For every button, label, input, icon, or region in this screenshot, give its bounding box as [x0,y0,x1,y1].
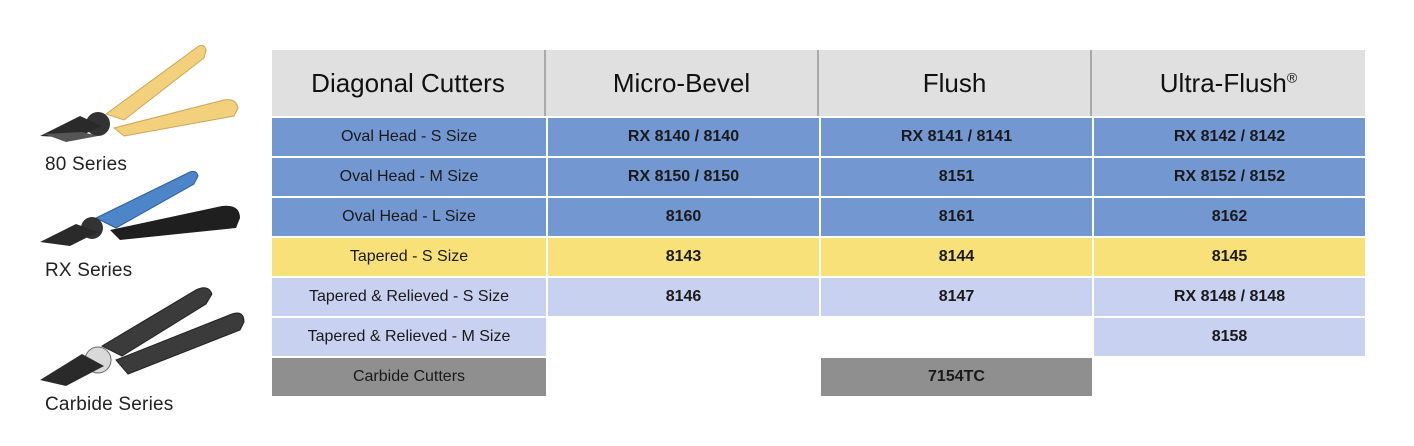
cell-micro-bevel: 8160 [546,196,819,236]
cell-micro-bevel [546,316,819,356]
table-row: Tapered - S Size 8143 8144 8145 [272,236,1365,276]
cell-micro-bevel: RX 8150 / 8150 [546,156,819,196]
cell-flush: RX 8141 / 8141 [819,116,1092,156]
cell-ultra-flush: RX 8142 / 8142 [1092,116,1365,156]
row-label: Oval Head - L Size [272,196,546,236]
table-row: Oval Head - S Size RX 8140 / 8140 RX 814… [272,116,1365,156]
table-row: Tapered & Relieved - S Size 8146 8147 RX… [272,276,1365,316]
cell-ultra-flush: RX 8152 / 8152 [1092,156,1365,196]
row-label: Oval Head - S Size [272,116,546,156]
tool-label-rx-series: RX Series [45,260,133,281]
cell-ultra-flush [1092,356,1365,396]
cell-flush: 8144 [819,236,1092,276]
row-label: Tapered & Relieved - M Size [272,316,546,356]
cell-flush: 8147 [819,276,1092,316]
cell-micro-bevel: RX 8140 / 8140 [546,116,819,156]
cell-flush: 7154TC [819,356,1092,396]
header-flush: Flush [819,50,1092,116]
table-header-row: Diagonal Cutters Micro-Bevel Flush Ultra… [272,50,1365,116]
row-label: Tapered & Relieved - S Size [272,276,546,316]
table-row: Carbide Cutters 7154TC [272,356,1365,396]
cell-micro-bevel: 8146 [546,276,819,316]
cell-flush: 8161 [819,196,1092,236]
header-micro-bevel: Micro-Bevel [546,50,819,116]
cell-ultra-flush: 8162 [1092,196,1365,236]
registered-mark: ® [1286,68,1298,85]
header-ultra-flush-label: Ultra-Flush [1159,67,1287,98]
cell-micro-bevel: 8143 [546,236,819,276]
pliers-rx-series-icon [40,170,240,246]
row-label: Carbide Cutters [272,356,546,396]
cell-ultra-flush: RX 8148 / 8148 [1092,276,1365,316]
table-row: Tapered & Relieved - M Size 8158 [272,316,1365,356]
cell-flush [819,316,1092,356]
cell-ultra-flush: 8145 [1092,236,1365,276]
row-label: Oval Head - M Size [272,156,546,196]
cutters-table: Diagonal Cutters Micro-Bevel Flush Ultra… [272,50,1365,396]
cell-flush: 8151 [819,156,1092,196]
row-label: Tapered - S Size [272,236,546,276]
table-row: Oval Head - L Size 8160 8161 8162 [272,196,1365,236]
cell-ultra-flush: 8158 [1092,316,1365,356]
cell-micro-bevel [546,356,819,396]
header-diagonal-cutters: Diagonal Cutters [272,50,546,116]
table-row: Oval Head - M Size RX 8150 / 8150 8151 R… [272,156,1365,196]
header-ultra-flush: Ultra-Flush® [1092,50,1365,116]
tool-label-carbide-series: Carbide Series [45,394,174,415]
pliers-80-series-icon [40,44,239,142]
pliers-carbide-series-icon [40,287,245,386]
